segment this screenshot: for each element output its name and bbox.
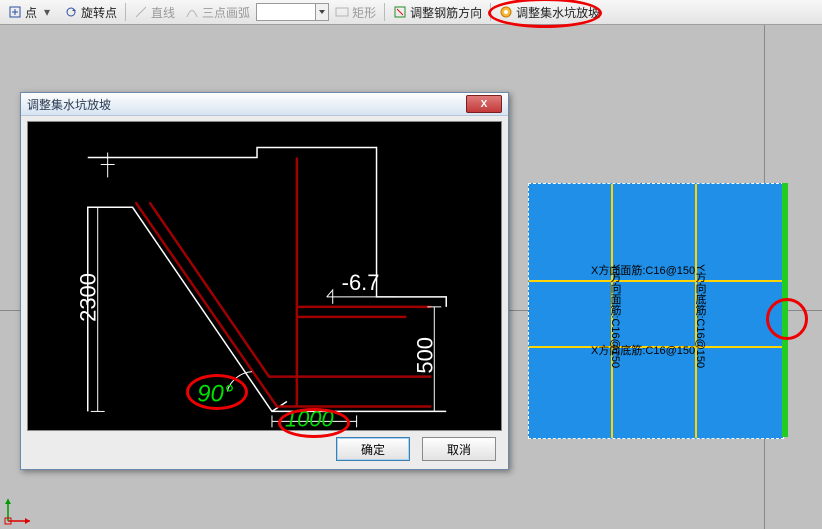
tool-rebar-dir-label: 调整钢筋方向 [410, 4, 482, 21]
rotate-point-icon [64, 5, 78, 19]
sump-slope-icon [499, 5, 513, 19]
arc-icon [185, 5, 199, 19]
ok-button-label: 确定 [361, 441, 385, 458]
slab-y-bottom-rebar: Y方向底筋:C16@150 [692, 264, 708, 368]
tool-adjust-sump-slope[interactable]: 调整集水坑放坡 [495, 2, 604, 23]
toolbar-dropdown-input[interactable] [256, 3, 316, 21]
close-icon: X [481, 99, 488, 110]
tool-rectangle[interactable]: 矩形 [331, 2, 380, 23]
ucs-axes-icon [4, 495, 34, 525]
separator [125, 3, 126, 21]
close-button[interactable]: X [466, 95, 502, 113]
tool-sump-slope-label: 调整集水坑放坡 [516, 4, 600, 21]
cancel-button[interactable]: 取消 [422, 437, 496, 461]
dialog-titlebar[interactable]: 调整集水坑放坡 X [21, 93, 508, 116]
tool-line[interactable]: 直线 [130, 2, 179, 23]
dim-depth: 2300 [76, 273, 101, 322]
chevron-down-icon: ▾ [40, 5, 54, 19]
tool-adjust-rebar-direction[interactable]: 调整钢筋方向 [389, 2, 486, 23]
dim-slope-value: -6.7 [342, 270, 380, 295]
adjust-slope-dialog: 调整集水坑放坡 X [20, 92, 509, 470]
rebar-direction-icon [393, 5, 407, 19]
slab-element[interactable]: X方向面筋:C16@150 X方向底筋:C16@150 Y方向面筋:C16@15… [528, 183, 784, 439]
slab-y-top-rebar: Y方向面筋:C16@150 [607, 264, 623, 368]
cancel-button-label: 取消 [447, 441, 471, 458]
chevron-down-icon[interactable] [316, 3, 329, 21]
tool-line-label: 直线 [151, 4, 175, 21]
slab-edge-highlight [782, 183, 788, 437]
toolbar: 点 ▾ 旋转点 直线 三点画弧 矩形 调整钢筋方向 调整集水坑放坡 [0, 0, 822, 25]
tool-point-label: 点 [25, 4, 37, 21]
dialog-buttons: 确定 取消 [336, 437, 496, 461]
rect-icon [335, 5, 349, 19]
dialog-title: 调整集水坑放坡 [27, 96, 466, 113]
separator [490, 3, 491, 21]
dim-side: 500 [412, 337, 437, 374]
line-icon [134, 5, 148, 19]
section-drawing: 2300 -6.7 500 90° 1000 [28, 122, 501, 430]
tool-rotate-point[interactable]: 旋转点 [60, 2, 121, 23]
point-icon [8, 5, 22, 19]
section-preview[interactable]: 2300 -6.7 500 90° 1000 [27, 121, 502, 431]
tool-arc-label: 三点画弧 [202, 4, 250, 21]
separator [384, 3, 385, 21]
slab-hline-1 [529, 280, 783, 282]
ok-button[interactable]: 确定 [336, 437, 410, 461]
tool-three-point-arc[interactable]: 三点画弧 [181, 2, 254, 23]
dim-bottom: 1000 [285, 406, 334, 430]
tool-point[interactable]: 点 ▾ [4, 2, 58, 23]
tool-rotate-point-label: 旋转点 [81, 4, 117, 21]
toolbar-dropdown[interactable] [256, 3, 329, 21]
dim-angle: 90° [197, 380, 233, 407]
tool-rect-label: 矩形 [352, 4, 376, 21]
